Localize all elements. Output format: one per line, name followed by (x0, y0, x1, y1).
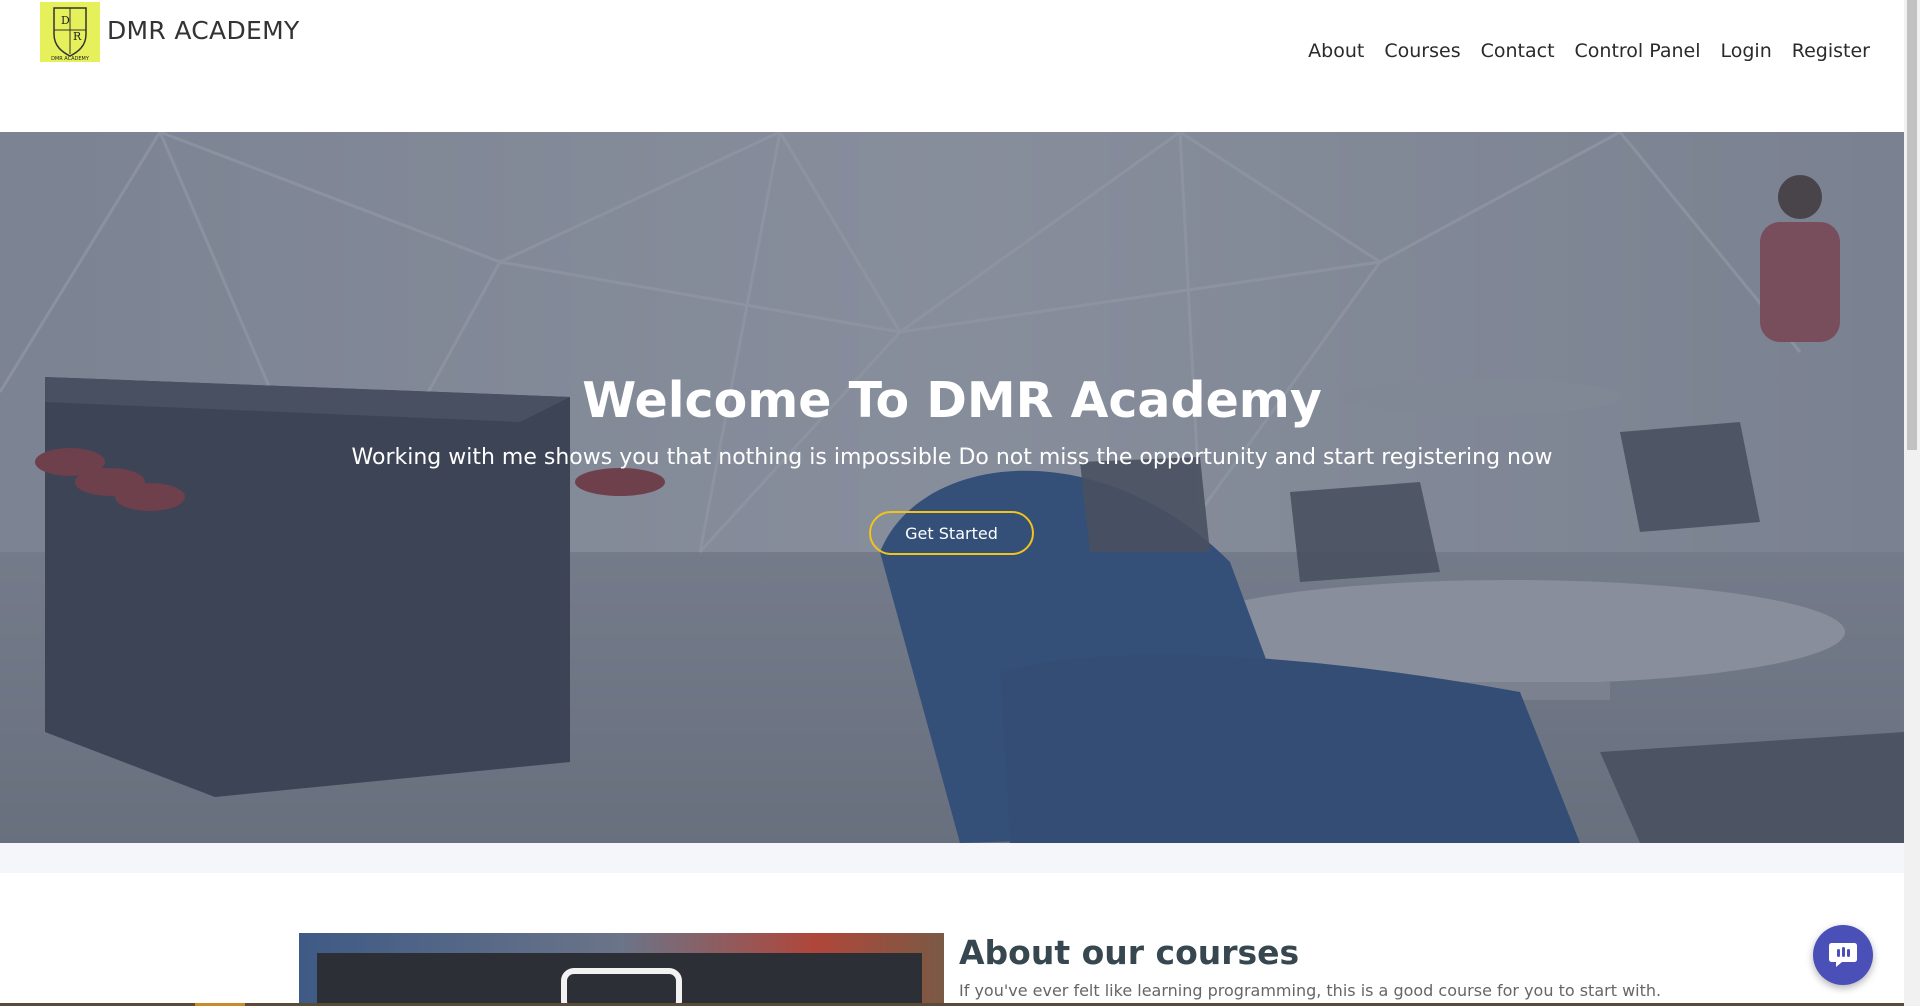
hero-title: Welcome To DMR Academy (582, 372, 1322, 429)
nav-about[interactable]: About (1298, 40, 1374, 62)
page-scrollbar[interactable] (1904, 0, 1920, 1006)
hero-subtitle: Working with me shows you that nothing i… (351, 445, 1553, 470)
about-title: About our courses (959, 933, 1300, 972)
svg-text:D: D (61, 14, 70, 27)
about-course-image (299, 933, 944, 1006)
chat-button[interactable] (1813, 925, 1873, 985)
brand[interactable]: D R DMR ACADEMY DMR ACADEMY (40, 2, 300, 62)
hero-section: Welcome To DMR Academy Working with me s… (0, 132, 1904, 843)
hero-content: Welcome To DMR Academy Working with me s… (0, 132, 1904, 843)
svg-text:R: R (73, 30, 82, 43)
logo[interactable]: D R DMR ACADEMY (40, 2, 100, 62)
shield-logo-icon: D R DMR ACADEMY (51, 7, 90, 62)
main-nav: About Courses Contact Control Panel Logi… (1298, 40, 1880, 62)
chat-bubble-icon (1829, 943, 1857, 967)
brand-name[interactable]: DMR ACADEMY (107, 16, 300, 45)
get-started-button[interactable]: Get Started (869, 511, 1034, 555)
svg-text:DMR ACADEMY: DMR ACADEMY (51, 56, 90, 62)
nav-control-panel[interactable]: Control Panel (1565, 40, 1711, 62)
about-section: About our courses If you've ever felt li… (0, 873, 1904, 1006)
nav-contact[interactable]: Contact (1471, 40, 1565, 62)
scrollbar-thumb[interactable] (1907, 0, 1917, 450)
site-header: D R DMR ACADEMY DMR ACADEMY About Course… (0, 0, 1904, 132)
about-text: If you've ever felt like learning progra… (959, 981, 1662, 1000)
nav-login[interactable]: Login (1711, 40, 1782, 62)
nav-register[interactable]: Register (1782, 40, 1880, 62)
nav-courses[interactable]: Courses (1374, 40, 1470, 62)
section-divider (0, 843, 1904, 873)
